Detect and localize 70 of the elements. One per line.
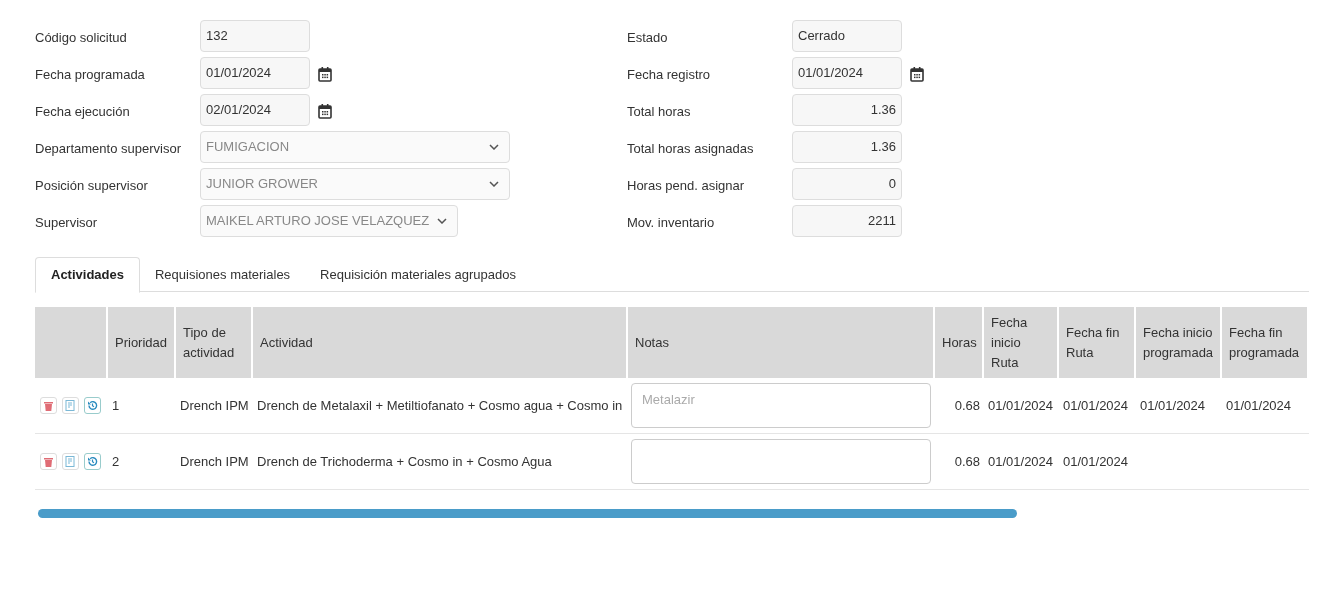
table-cell: 01/01/2024 (988, 453, 1054, 469)
dropdown-field[interactable]: JUNIOR GROWER (200, 168, 510, 200)
field-label: Horas pend. asignar (627, 176, 746, 195)
document-search-icon (65, 456, 76, 467)
column-header: Fecha inicio Ruta (984, 307, 1059, 378)
table-cell: Drench IPM (180, 397, 249, 413)
column-header: Notas (628, 307, 935, 378)
dropdown-field[interactable]: FUMIGACION (200, 131, 510, 163)
date-field[interactable]: 01/01/2024 (200, 57, 310, 89)
table-cell: 1 (112, 397, 120, 413)
history-button[interactable] (84, 453, 101, 470)
table-cell: 01/01/2024 (1140, 397, 1206, 413)
trash-icon (44, 400, 53, 411)
table-cell: 01/01/2024 (1063, 397, 1129, 413)
trash-icon (44, 456, 53, 467)
column-header: Fecha fin Ruta (1059, 307, 1136, 378)
document-button[interactable] (62, 453, 79, 470)
field-label: Fecha ejecución (35, 102, 131, 121)
table-cell: 0.68 (954, 397, 980, 413)
calendar-icon[interactable] (318, 66, 332, 82)
column-header: Actividad (253, 307, 628, 378)
field-label: Supervisor (35, 213, 99, 232)
history-button[interactable] (84, 397, 101, 414)
document-search-icon (65, 400, 76, 411)
calendar-icon[interactable] (910, 66, 924, 82)
date-field[interactable]: 01/01/2024 (792, 57, 902, 89)
delete-button[interactable] (40, 453, 57, 470)
field-label: Departamento supervisor (35, 139, 182, 158)
number-field[interactable]: 1.36 (792, 94, 902, 126)
number-field[interactable]: 1.36 (792, 131, 902, 163)
notes-field[interactable]: Metalazir (631, 383, 931, 428)
delete-button[interactable] (40, 397, 57, 414)
date-field[interactable]: 02/01/2024 (200, 94, 310, 126)
number-field[interactable]: 0 (792, 168, 902, 200)
field-label: Posición supervisor (35, 176, 149, 195)
notes-field[interactable] (631, 439, 931, 484)
table-cell: 01/01/2024 (1063, 453, 1129, 469)
field-label: Fecha registro (627, 65, 712, 84)
table-cell: 01/01/2024 (1226, 397, 1292, 413)
column-header: Fecha fin programada (1222, 307, 1309, 378)
history-icon (87, 400, 98, 411)
chevron-down-icon (489, 144, 499, 150)
text-field[interactable]: Cerrado (792, 20, 902, 52)
history-icon (87, 456, 98, 467)
field-label: Total horas asignadas (627, 139, 755, 158)
table-cell: 01/01/2024 (988, 397, 1054, 413)
column-header: Fecha inicio programada (1136, 307, 1222, 378)
table-cell: Drench de Trichoderma + Cosmo in + Cosmo Agua (257, 453, 552, 469)
chevron-down-icon (437, 218, 447, 224)
field-label: Estado (627, 28, 669, 47)
column-header: Prioridad (108, 307, 176, 378)
chevron-down-icon (489, 181, 499, 187)
calendar-icon[interactable] (318, 103, 332, 119)
table-cell: Drench de Metalaxil + Metiltiofanato + Cosmo agua + Cosmo in (257, 397, 623, 413)
field-label: Total horas (627, 102, 692, 121)
tab[interactable]: Requisiones materiales (140, 257, 306, 292)
column-header: Horas (935, 307, 984, 378)
tab[interactable]: Actividades (35, 257, 140, 293)
field-label: Código solicitud (35, 28, 128, 47)
text-field[interactable]: 132 (200, 20, 310, 52)
field-label: Fecha programada (35, 65, 146, 84)
document-button[interactable] (62, 397, 79, 414)
field-label: Mov. inventario (627, 213, 716, 232)
horizontal-scrollbar[interactable] (38, 509, 1017, 518)
table-cell: 0.68 (954, 453, 980, 469)
tab[interactable]: Requisición materiales agrupados (305, 257, 531, 292)
number-field[interactable]: 2211 (792, 205, 902, 237)
table-cell: Drench IPM (180, 453, 249, 469)
table-cell: 2 (112, 453, 120, 469)
column-header: Tipo de actividad (176, 307, 253, 378)
